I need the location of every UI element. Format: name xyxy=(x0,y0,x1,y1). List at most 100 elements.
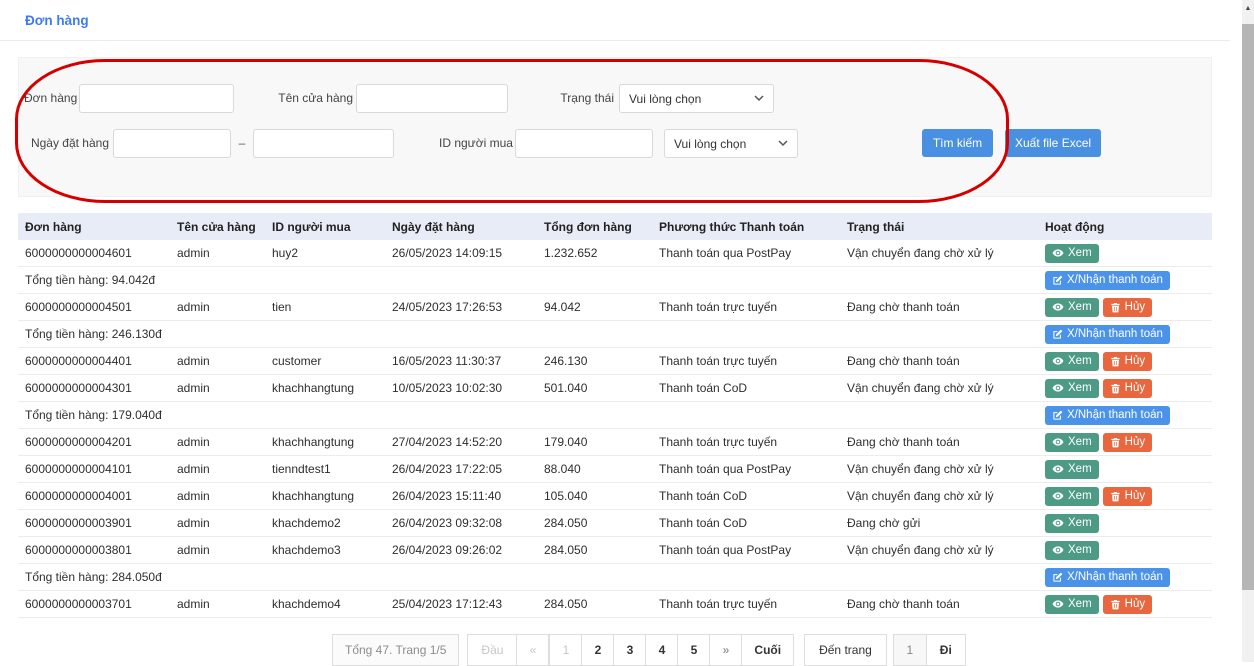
table-cell: 88.040 xyxy=(537,456,652,483)
table-cell: Thanh toán CoD xyxy=(652,375,840,402)
view-button[interactable]: Xem xyxy=(1045,352,1099,371)
view-button[interactable]: Xem xyxy=(1045,244,1099,263)
action-button-label: X/Nhận thanh toán xyxy=(1067,274,1163,286)
scrollbar-thumb[interactable] xyxy=(1242,24,1254,590)
view-button[interactable]: Xem xyxy=(1045,514,1099,533)
summary-label: Tổng tiền hàng: 284.050đ xyxy=(18,564,1038,591)
table-cell: 1.232.652 xyxy=(537,240,652,267)
view-button[interactable]: Xem xyxy=(1045,460,1099,479)
action-button-label: Xem xyxy=(1068,436,1092,448)
summary-row: Tổng tiền hàng: 179.040đX/Nhận thanh toá… xyxy=(18,402,1212,429)
table-cell: 6000000000004301 xyxy=(18,375,170,402)
go-button[interactable]: Đi xyxy=(926,634,966,666)
table-cell: Vận chuyển đang chờ xử lý xyxy=(840,537,1038,564)
action-button-label: Xem xyxy=(1068,490,1092,502)
page-button-4[interactable]: 4 xyxy=(645,634,678,666)
pagination-bar: Tổng 47. Trang 1/5 Đầu « 12345 » Cuối Đế… xyxy=(332,634,966,666)
view-button[interactable]: Xem xyxy=(1045,487,1099,506)
table-cell: admin xyxy=(170,456,265,483)
table-cell: khachhangtung xyxy=(265,375,385,402)
table-cell: 6000000000004201 xyxy=(18,429,170,456)
table-cell: admin xyxy=(170,483,265,510)
table-cell: 26/04/2023 15:11:40 xyxy=(385,483,537,510)
action-button-label: Hủy xyxy=(1125,598,1145,610)
table-row: 6000000000004601adminhuy226/05/2023 14:0… xyxy=(18,240,1212,267)
export-excel-button[interactable]: Xuất file Excel xyxy=(1005,129,1101,157)
table-cell: Đang chờ gửi xyxy=(840,510,1038,537)
summary-row: Tổng tiền hàng: 246.130đ X/Nhận thanh toá… xyxy=(18,321,1212,348)
buyer-id-input[interactable] xyxy=(515,129,653,158)
column-header-payment-method: Phương thức Thanh toán xyxy=(652,213,840,240)
page-button-3[interactable]: 3 xyxy=(613,634,646,666)
action-button-label: Hủy xyxy=(1125,301,1145,313)
table-cell: 94.042 xyxy=(537,294,652,321)
page-button-5[interactable]: 5 xyxy=(677,634,710,666)
status-select-value: Vui lòng chọn xyxy=(629,92,701,106)
cancel-button[interactable]: Hủy xyxy=(1103,298,1152,317)
page-button-1[interactable]: 1 xyxy=(549,634,582,666)
status-filter-select[interactable]: Vui lòng chọn xyxy=(619,84,774,113)
payment-button[interactable]: X/Nhận thanh toán xyxy=(1045,568,1170,587)
order-filter-label: Đơn hàng xyxy=(24,84,76,113)
secondary-select-value: Vui lòng chọn xyxy=(674,137,746,151)
actions-cell: XemHủy xyxy=(1038,348,1212,375)
view-button[interactable]: Xem xyxy=(1045,541,1099,560)
actions-cell: X/Nhận thanh toán xyxy=(1038,321,1212,348)
edit-icon xyxy=(1052,410,1063,421)
view-button[interactable]: Xem xyxy=(1045,379,1099,398)
secondary-filter-select[interactable]: Vui lòng chọn xyxy=(664,129,798,158)
actions-cell: Xem Hủy xyxy=(1038,429,1212,456)
view-button[interactable]: Xem xyxy=(1045,595,1099,614)
table-cell: 26/04/2023 09:32:08 xyxy=(385,510,537,537)
edit-icon xyxy=(1052,329,1063,340)
action-button-label: Hủy xyxy=(1125,382,1145,394)
order-filter-input[interactable] xyxy=(79,84,234,113)
table-cell: Đang chờ thanh toán xyxy=(840,591,1038,618)
table-cell: Vận chuyển đang chờ xử lý xyxy=(840,456,1038,483)
page-button-2[interactable]: 2 xyxy=(581,634,614,666)
table-cell: 6000000000003901 xyxy=(18,510,170,537)
cancel-button[interactable]: Hủy xyxy=(1103,433,1152,452)
eye-icon xyxy=(1052,463,1064,475)
trash-icon xyxy=(1110,437,1121,448)
scroll-up-arrow-icon[interactable]: ▲ xyxy=(1242,0,1254,17)
payment-button[interactable]: X/Nhận thanh toán xyxy=(1045,271,1170,290)
action-button-label: Xem xyxy=(1068,517,1092,529)
actions-cell: Xem xyxy=(1038,537,1212,564)
table-cell: admin xyxy=(170,429,265,456)
summary-label: Tổng tiền hàng: 246.130đ xyxy=(18,321,1038,348)
table-cell: 284.050 xyxy=(537,537,652,564)
date-to-input[interactable] xyxy=(253,129,394,158)
table-cell: Thanh toán qua PostPay xyxy=(652,456,840,483)
payment-button[interactable]: X/Nhận thanh toán xyxy=(1045,325,1170,344)
edit-icon xyxy=(1052,572,1063,583)
view-button[interactable]: Xem xyxy=(1045,433,1099,452)
goto-page-label: Đến trang xyxy=(804,634,887,666)
cancel-button[interactable]: Hủy xyxy=(1103,379,1152,398)
vertical-scrollbar[interactable]: ▲ xyxy=(1242,0,1254,662)
actions-cell: Xem Hủy xyxy=(1038,375,1212,402)
table-cell: huy2 xyxy=(265,240,385,267)
page-title: Đơn hàng xyxy=(25,13,89,28)
eye-icon xyxy=(1052,301,1064,313)
table-cell: 27/04/2023 14:52:20 xyxy=(385,429,537,456)
table-row: 6000000000004401admincustomer16/05/2023 … xyxy=(18,348,1212,375)
column-header-buyer: ID người mua xyxy=(265,213,385,240)
edit-icon xyxy=(1052,275,1063,286)
next-page-button[interactable]: » xyxy=(709,634,742,666)
cancel-button[interactable]: Hủy xyxy=(1103,487,1152,506)
store-filter-input[interactable] xyxy=(356,84,508,113)
trash-icon xyxy=(1110,356,1121,367)
payment-button[interactable]: X/Nhận thanh toán xyxy=(1045,406,1170,425)
search-button[interactable]: Tìm kiếm xyxy=(922,129,993,157)
cancel-button[interactable]: Hủy xyxy=(1103,595,1152,614)
view-button[interactable]: Xem xyxy=(1045,298,1099,317)
trash-icon xyxy=(1110,383,1121,394)
first-page-button[interactable]: Đầu xyxy=(467,634,517,666)
table-cell: 6000000000003801 xyxy=(18,537,170,564)
prev-page-button[interactable]: « xyxy=(516,634,549,666)
date-from-input[interactable] xyxy=(113,129,231,158)
cancel-button[interactable]: Hủy xyxy=(1103,352,1152,371)
goto-page-input[interactable] xyxy=(893,634,927,666)
last-page-button[interactable]: Cuối xyxy=(741,634,794,666)
